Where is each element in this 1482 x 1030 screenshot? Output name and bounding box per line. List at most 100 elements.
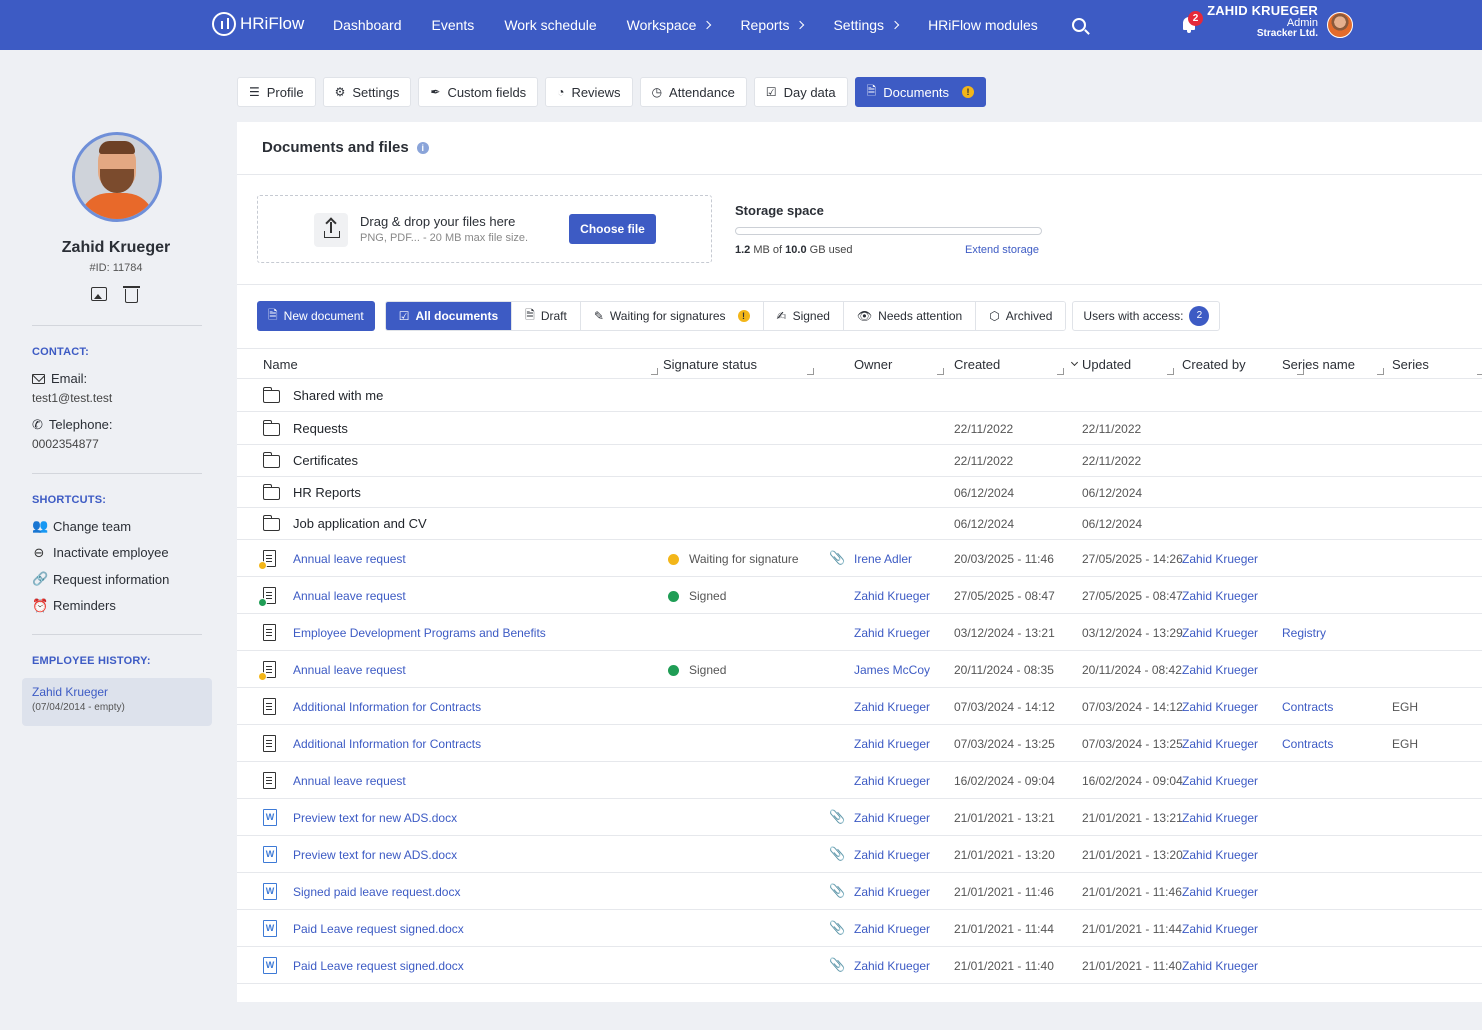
document-name-link[interactable]: Additional Information for Contracts xyxy=(293,737,481,751)
nav-item-dashboard[interactable]: Dashboard xyxy=(333,17,402,33)
nav-item-workspace[interactable]: Workspace xyxy=(627,17,712,33)
owner-link[interactable]: Zahid Krueger xyxy=(854,959,930,973)
tab-documents[interactable]: 🗎 Documents! xyxy=(854,77,987,107)
nav-item-settings[interactable]: Settings xyxy=(833,17,900,33)
document-row[interactable]: Employee Development Programs and Benefi… xyxy=(237,614,1482,652)
created-by-link[interactable]: Zahid Krueger xyxy=(1182,959,1258,973)
document-name-link[interactable]: Annual leave request xyxy=(293,589,406,603)
nav-item-reports[interactable]: Reports xyxy=(740,17,805,33)
document-name-link[interactable]: Annual leave request xyxy=(293,552,406,566)
shortcut-inactivate-employee[interactable]: ⊖ Inactivate employee xyxy=(32,545,169,561)
nav-item-events[interactable]: Events xyxy=(432,17,475,33)
info-icon[interactable]: i xyxy=(416,141,429,154)
filter-needs-attention[interactable]: 👁 Needs attention xyxy=(843,302,977,330)
column-resize-handle[interactable] xyxy=(1167,368,1174,375)
created-by-link[interactable]: Zahid Krueger xyxy=(1182,848,1258,862)
filter-signed[interactable]: ✍ Signed xyxy=(763,302,844,330)
column-series-name[interactable]: Series name xyxy=(1282,357,1355,372)
document-row[interactable]: Annual leave request Signed James McCoy 20/… xyxy=(237,651,1482,689)
document-name-link[interactable]: Additional Information for Contracts xyxy=(293,700,481,714)
created-by-link[interactable]: Zahid Krueger xyxy=(1182,737,1258,751)
history-card[interactable]: Zahid Krueger (07/04/2014 - empty) xyxy=(22,678,212,726)
series-name-link[interactable]: Contracts xyxy=(1282,700,1333,714)
paperclip-icon[interactable]: 📎 xyxy=(829,920,845,936)
extend-storage-link[interactable]: Extend storage xyxy=(965,244,1039,256)
phone-value[interactable]: 0002354877 xyxy=(32,437,99,451)
sort-desc-icon[interactable] xyxy=(1070,358,1079,367)
created-by-link[interactable]: Zahid Krueger xyxy=(1182,626,1258,640)
document-name-link[interactable]: Employee Development Programs and Benefi… xyxy=(293,626,546,640)
folder-name[interactable]: Certificates xyxy=(293,453,358,468)
column-resize-handle[interactable] xyxy=(1057,368,1064,375)
owner-link[interactable]: Zahid Krueger xyxy=(854,626,930,640)
column-series[interactable]: Series xyxy=(1392,357,1429,372)
folder-name[interactable]: Shared with me xyxy=(293,388,383,403)
filter-waiting-for-signatures[interactable]: ✎ Waiting for signatures! xyxy=(580,302,764,330)
shortcut-reminders[interactable]: ⏰ Reminders xyxy=(32,598,116,614)
search-icon[interactable] xyxy=(1071,18,1086,32)
paperclip-icon[interactable]: 📎 xyxy=(829,957,845,973)
created-by-link[interactable]: Zahid Krueger xyxy=(1182,552,1258,566)
document-name-link[interactable]: Annual leave request xyxy=(293,774,406,788)
folder-name[interactable]: Requests xyxy=(293,421,348,436)
owner-link[interactable]: Zahid Krueger xyxy=(854,589,930,603)
email-value[interactable]: test1@test.test xyxy=(32,391,112,405)
created-by-link[interactable]: Zahid Krueger xyxy=(1182,811,1258,825)
owner-link[interactable]: Zahid Krueger xyxy=(854,848,930,862)
document-row[interactable]: W Preview text for new ADS.docx 📎 Zahid Kru… xyxy=(237,836,1482,874)
shortcut-change-team[interactable]: 👥 Change team xyxy=(32,518,131,534)
document-row[interactable]: Annual leave request Waiting for signatur… xyxy=(237,540,1482,578)
column-resize-handle[interactable] xyxy=(651,368,658,375)
shortcut-request-information[interactable]: 🔗 Request information xyxy=(32,571,169,587)
owner-link[interactable]: Zahid Krueger xyxy=(854,774,930,788)
tab-attendance[interactable]: ◷ Attendance xyxy=(639,77,747,107)
nav-item-hriflow-modules[interactable]: HRiFlow modules xyxy=(928,17,1038,33)
column-created[interactable]: Created xyxy=(954,357,1000,372)
paperclip-icon[interactable]: 📎 xyxy=(829,846,845,862)
folder-row[interactable]: Requests 22/11/2022 22/11/2022 xyxy=(237,412,1482,445)
paperclip-icon[interactable]: 📎 xyxy=(829,809,845,825)
tab-day-data[interactable]: ☑ Day data xyxy=(753,77,848,107)
created-by-link[interactable]: Zahid Krueger xyxy=(1182,589,1258,603)
column-resize-handle[interactable] xyxy=(937,368,944,375)
created-by-link[interactable]: Zahid Krueger xyxy=(1182,663,1258,677)
document-row[interactable]: Additional Information for Contracts Zahi… xyxy=(237,725,1482,763)
delete-photo-icon[interactable] xyxy=(123,286,140,303)
series-name-link[interactable]: Contracts xyxy=(1282,737,1333,751)
column-resize-handle[interactable] xyxy=(1377,368,1384,375)
folder-row[interactable]: Shared with me xyxy=(237,379,1482,412)
created-by-link[interactable]: Zahid Krueger xyxy=(1182,922,1258,936)
change-photo-icon[interactable] xyxy=(91,287,107,301)
file-dropzone[interactable]: Drag & drop your files here PNG, PDF... … xyxy=(257,195,712,263)
column-updated[interactable]: Updated xyxy=(1082,357,1131,372)
owner-link[interactable]: Zahid Krueger xyxy=(854,811,930,825)
choose-file-button[interactable]: Choose file xyxy=(569,214,656,244)
column-name[interactable]: Name xyxy=(263,357,298,372)
folder-name[interactable]: HR Reports xyxy=(293,485,361,500)
app-logo[interactable]: HRiFlow xyxy=(212,12,304,36)
document-name-link[interactable]: Paid Leave request signed.docx xyxy=(293,922,464,936)
document-name-link[interactable]: Annual leave request xyxy=(293,663,406,677)
folder-name[interactable]: Job application and CV xyxy=(293,516,427,531)
document-name-link[interactable]: Signed paid leave request.docx xyxy=(293,885,460,899)
paperclip-icon[interactable]: 📎 xyxy=(829,883,845,899)
document-name-link[interactable]: Paid Leave request signed.docx xyxy=(293,959,464,973)
document-row[interactable]: Annual leave request Signed Zahid Krueger 2… xyxy=(237,577,1482,615)
created-by-link[interactable]: Zahid Krueger xyxy=(1182,774,1258,788)
owner-link[interactable]: James McCoy xyxy=(854,663,930,677)
created-by-link[interactable]: Zahid Krueger xyxy=(1182,700,1258,714)
owner-link[interactable]: Irene Adler xyxy=(854,552,912,566)
column-signature-status[interactable]: Signature status xyxy=(663,357,757,372)
document-name-link[interactable]: Preview text for new ADS.docx xyxy=(293,811,457,825)
document-row[interactable]: W Paid Leave request signed.docx 📎 Zahid Kr… xyxy=(237,910,1482,948)
column-resize-handle[interactable] xyxy=(807,368,814,375)
owner-link[interactable]: Zahid Krueger xyxy=(854,700,930,714)
user-avatar[interactable] xyxy=(1327,12,1353,38)
series-name-link[interactable]: Registry xyxy=(1282,626,1326,640)
folder-row[interactable]: HR Reports 06/12/2024 06/12/2024 xyxy=(237,477,1482,509)
document-row[interactable]: Additional Information for Contracts Zahi… xyxy=(237,688,1482,726)
users-access-button[interactable]: Users with access: 2 xyxy=(1072,301,1221,331)
document-row[interactable]: W Paid Leave request signed.docx 📎 Zahid Kr… xyxy=(237,947,1482,985)
owner-link[interactable]: Zahid Krueger xyxy=(854,922,930,936)
owner-link[interactable]: Zahid Krueger xyxy=(854,737,930,751)
